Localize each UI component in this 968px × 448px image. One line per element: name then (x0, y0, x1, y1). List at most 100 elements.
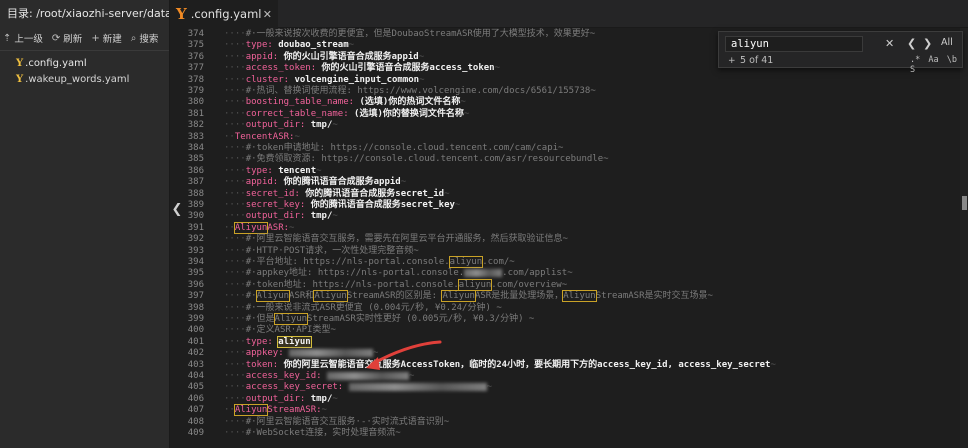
code-token: ···· (224, 120, 246, 131)
whole-word-toggle[interactable]: \b (947, 55, 957, 65)
search-match: Aliyun (313, 290, 348, 303)
line-code: ····#·token申请地址: https://console.cloud.t… (224, 143, 563, 154)
code-line[interactable]: 409 ····#·WebSocket连接，实时处理音频流~ (170, 428, 960, 439)
code-line[interactable]: 379 ····#·热词、替换词使用流程: https://www.volceng… (170, 86, 960, 97)
code-token: ~ (400, 177, 407, 188)
code-token: ~ (460, 97, 466, 108)
code-line[interactable]: 386 ····type: tencent~ (170, 166, 960, 177)
search-match: Aliyun (233, 404, 269, 417)
code-line[interactable]: 393 ····#·HTTP·POST请求，一次性处理完整音频~ (170, 246, 960, 257)
search-match: Aliyun (273, 313, 309, 325)
code-line[interactable]: 404 ····access_key_id: ~ (170, 371, 960, 382)
code-token: ···· (224, 325, 246, 336)
regex-toggle[interactable]: .* (910, 55, 920, 65)
code-token: ~ (444, 188, 450, 199)
clear-search-icon[interactable]: ✕ (885, 37, 894, 50)
code-line[interactable]: 389 ····secret_key: 你的腾讯语音合成服务secret_key~ (170, 200, 960, 211)
code-editor[interactable]: 374 ····#·一般来说按次收费的更便宜，但是DoubaoStreamASR使… (170, 28, 968, 448)
yaml-icon: Y (176, 5, 187, 23)
find-input[interactable]: aliyun (725, 36, 863, 52)
line-code: ····type: doubao_stream~ (224, 40, 354, 51)
code-line[interactable]: 396 ····#·token地址: https://nls-portal.con… (170, 278, 960, 291)
line-number: 392 (187, 234, 204, 245)
line-code: ····appid: 你的腾讯语音合成服务appid~ (224, 177, 406, 188)
up-level-button[interactable]: ⇡ 上一级 (3, 31, 43, 46)
code-token: doubao_stream (272, 40, 349, 51)
line-number: 404 (187, 371, 204, 381)
code-token: 你的火山引擎语音合成服务access_token (316, 63, 495, 74)
code-line[interactable]: 392 ····#·阿里云智能语音交互服务，需要先在阿里云平台开通服务，然后获取验… (170, 234, 960, 245)
code-token: ASR和 (289, 291, 315, 302)
code-line[interactable]: 399 ····#·但是AliyunStreamASR实时性更好 (0.005元/… (170, 313, 960, 325)
code-line[interactable]: 378 ····cluster: volcengine_input_common~ (170, 75, 960, 86)
line-code: ··AliyunStreamASR:~ (224, 404, 327, 417)
code-line[interactable]: 382 ····output_dir: tmp/~ (170, 120, 960, 131)
find-all-button[interactable]: All (941, 37, 953, 48)
line-code: ····correct_table_name: (选填)你的替换词文件名称~ (224, 109, 469, 120)
code-line[interactable]: 391 ··AliyunASR:~ (170, 221, 960, 234)
code-line[interactable]: 402 ····appkey: ~ (170, 348, 960, 359)
line-number: 403 (187, 359, 204, 370)
code-line[interactable]: 380 ····boosting_table_name: (选填)你的热词文件名称… (170, 97, 960, 108)
line-code: ····#·WebSocket连接，实时处理音频流~ (224, 428, 401, 439)
code-line[interactable]: 406 ····output_dir: tmp/~ (170, 394, 960, 405)
code-token: ~ (321, 405, 327, 416)
redacted-value (464, 268, 503, 277)
tab-label: .config.yaml (190, 7, 262, 21)
code-token: #·平台地址: https://nls-portal.console. (245, 257, 450, 267)
vertical-scrollbar[interactable] (960, 28, 968, 448)
code-line[interactable]: 383 ··TencentASR:~ (170, 132, 960, 143)
code-line[interactable]: 408 ····#·阿里云智能语音交互服务·-·实时流式语音识别~ (170, 417, 960, 428)
code-line[interactable]: 407 ··AliyunStreamASR:~ (170, 404, 960, 417)
code-line[interactable]: 385 ····#·免费领取资源: https://console.cloud.t… (170, 154, 960, 165)
match-case-toggle[interactable]: Aa (928, 55, 938, 65)
code-token: ~ (463, 108, 470, 119)
sidebar-collapse-chevron-icon[interactable]: ❮ (171, 202, 183, 218)
scrollbar-thumb[interactable] (962, 196, 967, 210)
code-token: .com/overview~ (491, 279, 568, 290)
refresh-icon: ⟳ (51, 32, 61, 44)
refresh-button[interactable]: ⟳ 刷新 (51, 31, 82, 46)
code-line[interactable]: 401 ····type: aliyun (170, 335, 960, 348)
code-token: ~ (294, 131, 300, 142)
next-match-chevron-right-icon[interactable]: ❯ (923, 37, 932, 50)
code-line[interactable]: 381 ····correct_table_name: (选填)你的替换词文件名称… (170, 109, 960, 120)
line-code: ····#·一般来说按次收费的更便宜，但是DoubaoStreamASR使用了大… (224, 29, 595, 40)
tab-config-yaml[interactable]: Y .config.yaml ✕ (170, 0, 278, 28)
line-code: ····#·平台地址: https://nls-portal.console.a… (224, 256, 515, 268)
selection-toggle[interactable]: S (910, 65, 915, 75)
code-line[interactable]: 400 ····#·定义ASR·API类型~ (170, 325, 960, 336)
line-number: 379 (187, 86, 204, 96)
code-line[interactable]: 394 ····#·平台地址: https://nls-portal.consol… (170, 256, 960, 268)
line-number: 408 (187, 416, 204, 427)
line-number: 382 (187, 120, 204, 131)
code-token: ···· (224, 154, 246, 165)
search-match: aliyun (457, 278, 493, 291)
line-code: ····#·定义ASR·API类型~ (224, 325, 336, 336)
code-line[interactable]: 384 ····#·token申请地址: https://console.clou… (170, 143, 960, 154)
find-options: .* Aa \b S (910, 55, 962, 75)
code-line[interactable]: 390 ····output_dir: tmp/~ (170, 211, 960, 222)
code-line[interactable]: 387 ····appid: 你的腾讯语音合成服务appid~ (170, 177, 960, 188)
code-token: ···· (224, 393, 246, 404)
line-code: ····type: aliyun (224, 335, 312, 348)
code-line[interactable]: 395 ····#·appkey地址: https://nls-portal.co… (170, 268, 960, 279)
code-line[interactable]: 403 ····token: 你的阿里云智能语音交互服务AccessToken，临… (170, 360, 960, 371)
code-line[interactable]: 405 ····access_key_secret: ~ (170, 382, 960, 393)
code-token: ~ (332, 211, 338, 222)
code-line[interactable]: 388 ····secret_id: 你的腾讯语音合成服务secret_id~ (170, 189, 960, 200)
line-number: 394 (187, 257, 204, 267)
file-item-wakeup-words-yaml[interactable]: Y .wakeup_words.yaml (0, 72, 169, 88)
expand-replace-plus-icon[interactable]: + (728, 56, 736, 66)
new-file-button[interactable]: + 新建 (91, 31, 121, 46)
file-item-config-yaml[interactable]: Y .config.yaml (0, 56, 169, 72)
code-line[interactable]: 398 ····#·一般来说非流式ASR更便宜 (0.004元/秒, ¥0.24/… (170, 303, 960, 314)
previous-match-chevron-left-icon[interactable]: ❮ (907, 37, 916, 50)
search-button[interactable]: ⌕ 搜索 (131, 31, 159, 46)
code-token: #·但是 (245, 314, 275, 324)
code-token: ASR是批量处理场景， (474, 291, 564, 302)
line-code: ····appkey: ~ (224, 348, 378, 359)
close-icon[interactable]: ✕ (263, 8, 272, 21)
code-token: ~ (486, 382, 493, 393)
code-line[interactable]: 397 ····#·AliyunASR和AliyunStreamASR的区别是: … (170, 290, 960, 303)
